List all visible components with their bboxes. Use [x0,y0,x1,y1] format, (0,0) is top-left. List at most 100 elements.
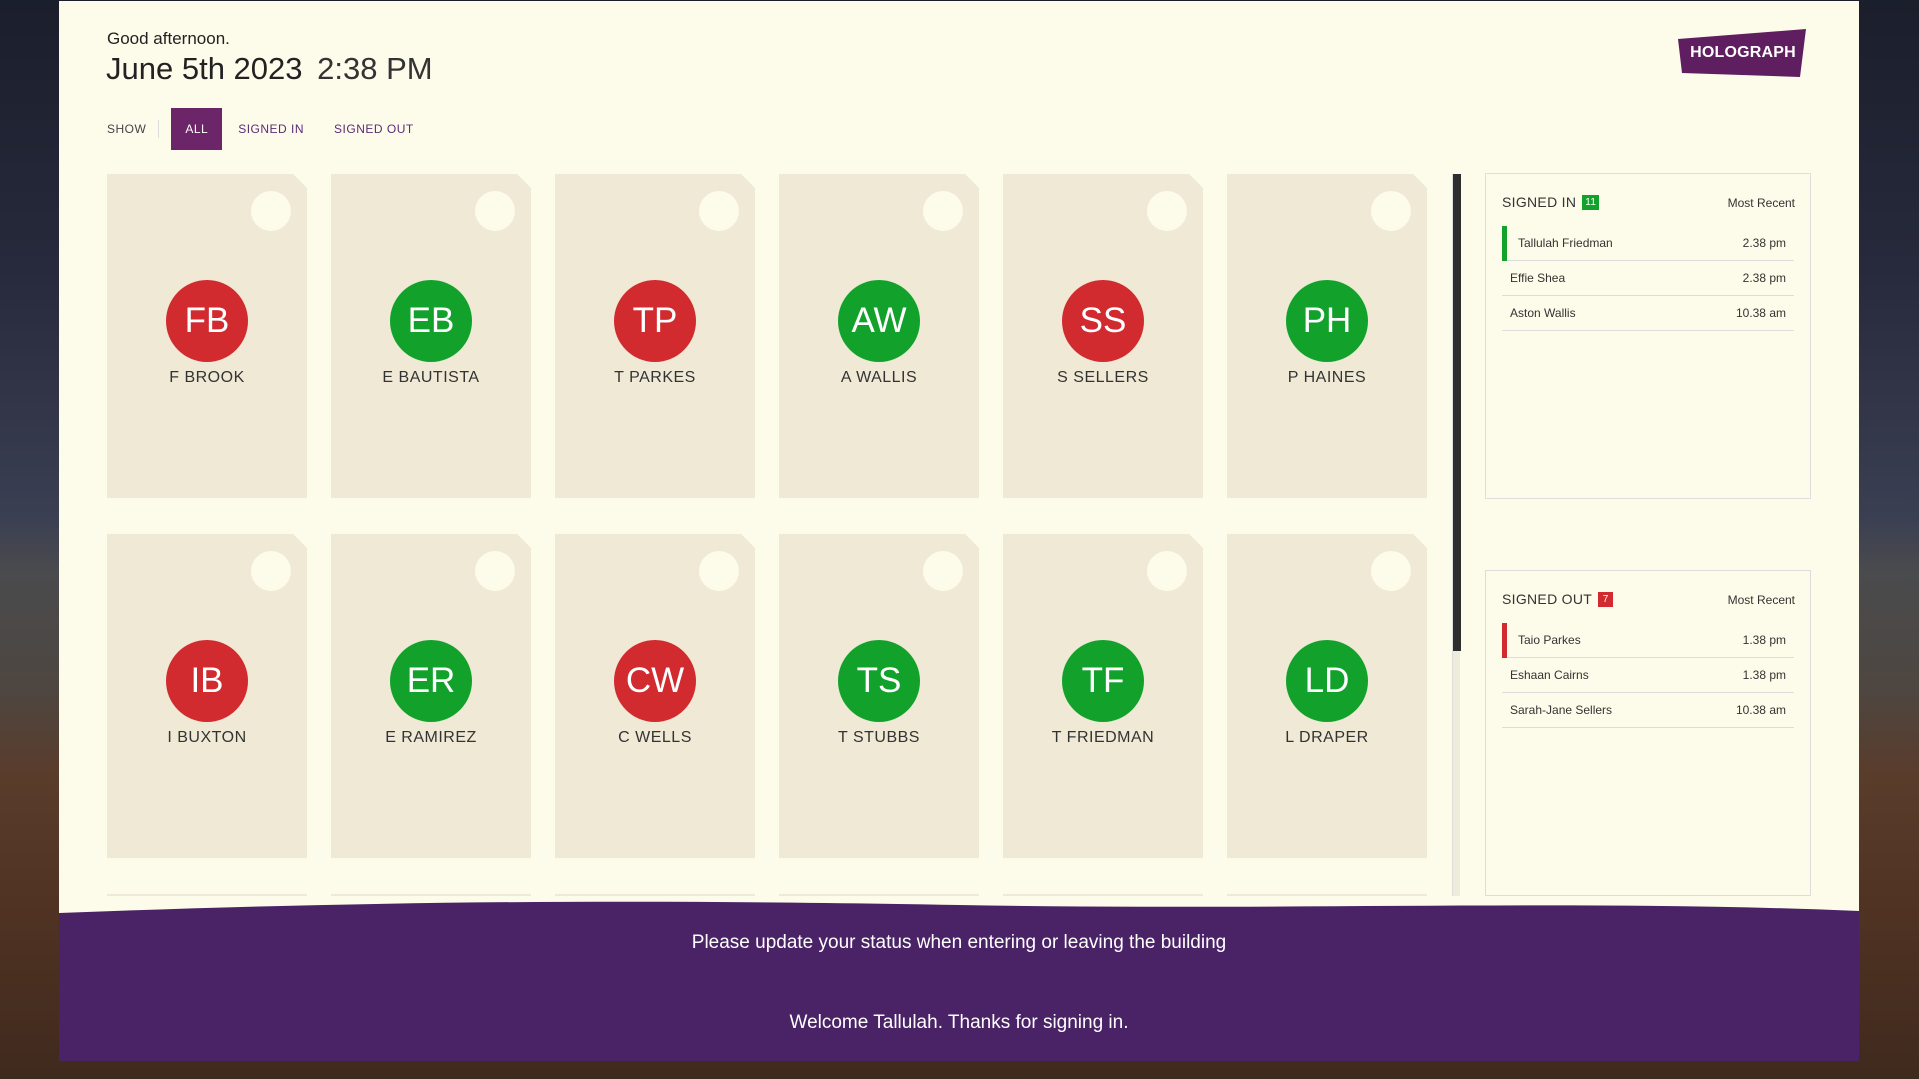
avatar: FB [166,280,248,362]
filter-signed-in-button[interactable]: SIGNED IN [224,108,318,150]
status-filter: SHOW ALL SIGNED IN SIGNED OUT [107,107,430,151]
person-name: P HAINES [1287,369,1367,386]
footer-wave-background [59,901,1859,1061]
person-name: E RAMIREZ [385,729,477,746]
signed-out-sort-select[interactable]: Most Recent [1728,593,1795,607]
signed-out-count-badge: 7 [1598,591,1614,607]
signed-out-panel: SIGNED OUT 7 Most Recent Taio Parkes 1.3… [1485,570,1811,896]
person-card[interactable]: EB E BAUTISTA [331,174,531,498]
person-name: T PARKES [614,369,696,386]
person-card-partial[interactable] [331,894,531,896]
avatar: TP [614,280,696,362]
current-time: 2:38 PM [317,51,433,86]
avatar: LD [1286,640,1368,722]
card-pin-hole [923,191,963,231]
person-card[interactable]: SS S SELLERS [1003,174,1203,498]
signed-in-header: SIGNED IN 11 [1502,194,1600,210]
person-name: T STUBBS [838,729,920,746]
card-pin-hole [1371,191,1411,231]
filter-signed-out-button[interactable]: SIGNED OUT [320,108,428,150]
person-card[interactable]: PH P HAINES [1227,174,1427,498]
card-pin-hole [1147,551,1187,591]
person-card[interactable]: AW A WALLIS [779,174,979,498]
signed-out-title: SIGNED OUT [1502,591,1593,607]
holograph-logo: HOLOGRAPH [1678,29,1808,77]
person-card[interactable]: TF T FRIEDMAN [1003,534,1203,858]
card-pin-hole [699,191,739,231]
person-card-partial[interactable] [107,894,307,896]
card-pin-hole [475,551,515,591]
entry-name: Aston Wallis [1510,306,1576,320]
people-grid: FB F BROOK EB E BAUTISTA TP T PARKES AW … [107,174,1447,896]
card-pin-hole [475,191,515,231]
entry-time: 2.38 pm [1742,271,1786,285]
person-card-partial[interactable] [779,894,979,896]
entry-name: Effie Shea [1510,271,1566,285]
person-name: I BUXTON [167,729,247,746]
person-name: L DRAPER [1285,729,1369,746]
person-card[interactable]: CW C WELLS [555,534,755,858]
card-pin-hole [923,551,963,591]
signed-in-panel: SIGNED IN 11 Most Recent Tallulah Friedm… [1485,173,1811,499]
signed-in-title: SIGNED IN [1502,194,1577,210]
footer-notice: Please update your status when entering … [691,932,1227,953]
signed-in-list: Tallulah Friedman 2.38 pm Effie Shea 2.3… [1502,226,1794,331]
current-date: June 5th 2023 [106,51,303,86]
person-card-partial[interactable] [1003,894,1203,896]
avatar: TF [1062,640,1144,722]
person-name: S SELLERS [1057,369,1149,386]
card-pin-hole [251,551,291,591]
list-item: Tallulah Friedman 2.38 pm [1502,226,1794,261]
list-item: Sarah-Jane Sellers 10.38 am [1502,693,1794,728]
card-pin-hole [251,191,291,231]
signed-in-sort-select[interactable]: Most Recent [1728,196,1795,210]
person-card[interactable]: IB I BUXTON [107,534,307,858]
person-card-partial[interactable] [1227,894,1427,896]
person-card[interactable]: TP T PARKES [555,174,755,498]
signed-out-header: SIGNED OUT 7 [1502,591,1614,607]
avatar: SS [1062,280,1144,362]
list-item: Effie Shea 2.38 pm [1502,261,1794,296]
entry-time: 10.38 am [1735,703,1786,717]
entry-time: 1.38 pm [1742,668,1786,682]
person-name: C WELLS [618,729,692,746]
card-pin-hole [1371,551,1411,591]
person-card-partial[interactable] [555,894,755,896]
filter-all-button[interactable]: ALL [171,108,223,150]
card-pin-hole [699,551,739,591]
scrollbar-thumb[interactable] [1453,174,1461,651]
list-item: Aston Wallis 10.38 am [1502,296,1794,331]
person-name: T FRIEDMAN [1051,729,1155,746]
card-pin-hole [1147,191,1187,231]
avatar: IB [166,640,248,722]
grid-scrollbar[interactable] [1452,174,1461,896]
list-item: Taio Parkes 1.38 pm [1502,623,1794,658]
avatar: EB [390,280,472,362]
avatar: CW [614,640,696,722]
signed-out-list: Taio Parkes 1.38 pm Eshaan Cairns 1.38 p… [1502,623,1794,728]
entry-name: Taio Parkes [1518,633,1581,647]
status-footer: Please update your status when entering … [59,899,1859,1061]
greeting-text: Good afternoon. [107,29,230,48]
person-name: A WALLIS [840,369,918,386]
signed-in-count-badge: 11 [1582,194,1600,210]
date-time: June 5th 2023 2:38 PM [106,51,433,87]
person-card[interactable]: FB F BROOK [107,174,307,498]
avatar: TS [838,640,920,722]
person-name: E BAUTISTA [382,369,480,386]
logo-text: HOLOGRAPH [1690,44,1796,61]
person-card[interactable]: ER E RAMIREZ [331,534,531,858]
filter-label: SHOW [107,120,160,138]
person-name: F BROOK [169,369,245,386]
avatar: ER [390,640,472,722]
person-card[interactable]: LD L DRAPER [1227,534,1427,858]
entry-time: 10.38 am [1735,306,1786,320]
welcome-message: Welcome Tallulah. Thanks for signing in. [789,1012,1129,1033]
person-card[interactable]: TS T STUBBS [779,534,979,858]
entry-time: 1.38 pm [1742,633,1786,647]
kiosk-panel: Good afternoon. June 5th 2023 2:38 PM HO… [59,1,1859,1061]
entry-time: 2.38 pm [1742,236,1786,250]
entry-name: Tallulah Friedman [1518,236,1613,250]
entry-name: Eshaan Cairns [1510,668,1589,682]
list-item: Eshaan Cairns 1.38 pm [1502,658,1794,693]
